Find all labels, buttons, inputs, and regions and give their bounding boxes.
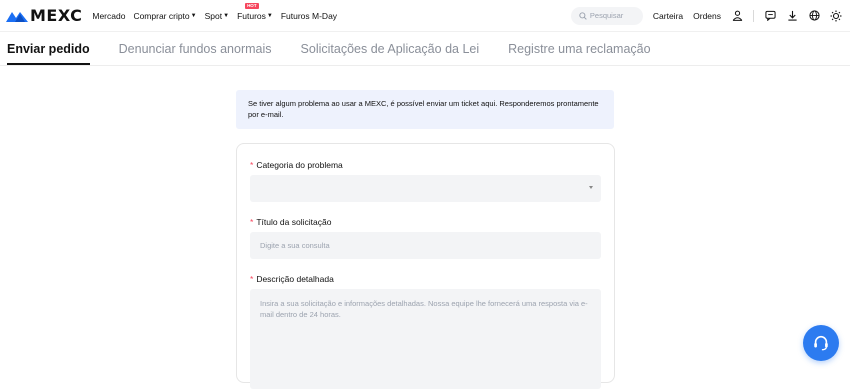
support-chat-button[interactable] <box>803 325 839 361</box>
title-placeholder: Digite a sua consulta <box>260 241 330 250</box>
mexc-logo-icon <box>6 11 28 22</box>
search-icon <box>579 11 587 20</box>
nav-spot[interactable]: Spot ▼ <box>205 11 229 21</box>
category-select[interactable] <box>250 175 601 202</box>
title-input[interactable]: Digite a sua consulta <box>250 232 601 259</box>
nav-comprar-cripto[interactable]: Comprar cripto ▼ <box>133 11 196 21</box>
required-marker: * <box>250 217 254 227</box>
search-input[interactable]: Pesquisar <box>570 6 643 25</box>
caret-down-icon: ▼ <box>190 12 197 19</box>
nav-futuros-mday-label: Futuros M-Day <box>280 10 338 21</box>
user-icon[interactable] <box>731 10 743 22</box>
info-notice: Se tiver algum problema ao usar a MEXC, … <box>236 90 614 129</box>
tab-denunciar-fundos[interactable]: Denunciar fundos anormais <box>119 32 272 65</box>
ticket-form: * Categoria do problema * Título da solici… <box>236 143 615 389</box>
right-navigation: Pesquisar Carteira Ordens <box>570 6 842 25</box>
brand-name: MEXC <box>30 6 83 25</box>
nav-spot-label: Spot <box>204 10 223 21</box>
category-label-text: Categoria do problema <box>256 160 343 170</box>
tab-reclamacao[interactable]: Registre uma reclamação <box>508 32 650 65</box>
caret-down-icon: ▼ <box>266 12 273 19</box>
tab-enviar-pedido[interactable]: Enviar pedido <box>7 32 90 65</box>
title-label-text: Título da solicitação <box>256 217 332 227</box>
chevron-down-icon <box>589 186 593 189</box>
description-label: * Descrição detalhada <box>250 274 334 284</box>
globe-icon[interactable] <box>808 10 820 22</box>
nav-futuros-mday[interactable]: Futuros M-Day <box>281 11 337 21</box>
download-icon[interactable] <box>786 10 798 22</box>
tab-aplicacao-lei[interactable]: Solicitações de Aplicação da Lei <box>301 32 480 65</box>
nav-mercado[interactable]: Mercado <box>92 11 125 21</box>
theme-icon[interactable] <box>830 10 842 22</box>
chat-icon[interactable] <box>764 10 776 22</box>
nav-divider <box>753 9 754 22</box>
description-placeholder: Insira a sua solicitação e informações d… <box>260 299 588 319</box>
title-label: * Título da solicitação <box>250 217 331 227</box>
page-tabs: Enviar pedido Denunciar fundos anormais … <box>0 32 850 66</box>
orders-link[interactable]: Ordens <box>693 11 721 21</box>
top-navigation: MEXC Mercado Comprar cripto ▼ Spot ▼ HOT… <box>0 0 850 32</box>
nav-futuros-label: Futuros <box>237 10 266 21</box>
category-label: * Categoria do problema <box>250 160 343 170</box>
required-marker: * <box>250 274 254 284</box>
required-marker: * <box>250 160 254 170</box>
headset-icon <box>814 335 828 351</box>
search-placeholder: Pesquisar <box>589 11 624 20</box>
wallet-link[interactable]: Carteira <box>653 11 683 21</box>
description-textarea[interactable]: Insira a sua solicitação e informações d… <box>250 289 601 389</box>
description-label-text: Descrição detalhada <box>256 274 334 284</box>
nav-comprar-cripto-label: Comprar cripto <box>133 10 190 21</box>
nav-mercado-label: Mercado <box>92 10 126 21</box>
nav-futuros[interactable]: HOT Futuros ▼ <box>237 2 273 21</box>
mexc-logo[interactable]: MEXC <box>6 6 82 25</box>
caret-down-icon: ▼ <box>223 12 230 19</box>
hot-badge: HOT <box>245 2 259 9</box>
